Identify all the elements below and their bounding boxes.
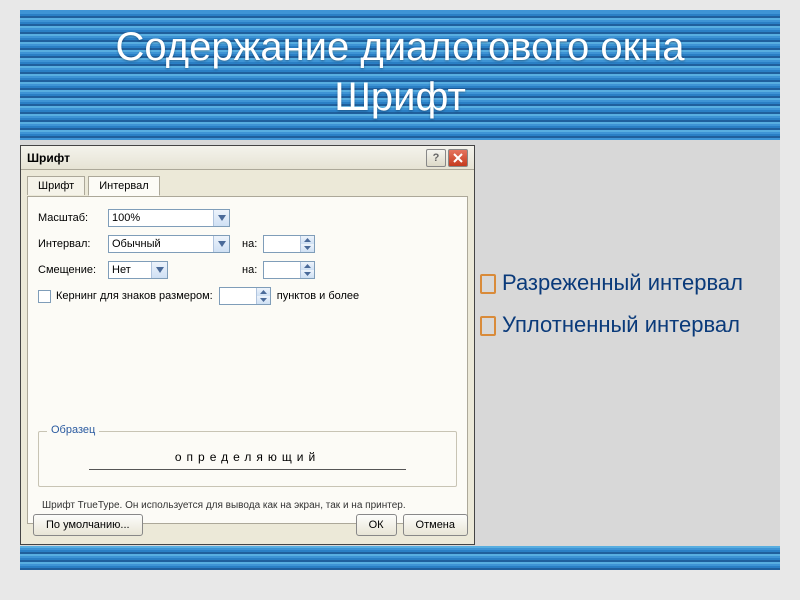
- offset-label: Смещение:: [38, 264, 108, 276]
- offset-combo[interactable]: [108, 261, 168, 279]
- kerning-label: Кернинг для знаков размером:: [56, 290, 213, 302]
- kerning-size-input[interactable]: [220, 288, 256, 304]
- chevron-down-icon[interactable]: [213, 236, 229, 252]
- font-dialog: Шрифт ? Шрифт Интервал Масштаб: Интервал…: [20, 145, 475, 545]
- interval-label: Интервал:: [38, 238, 108, 250]
- help-button[interactable]: ?: [426, 149, 446, 167]
- checkbox-icon: [38, 290, 51, 303]
- interval-combo[interactable]: [108, 235, 230, 253]
- bullet-list: Разреженный интервал Уплотненный интерва…: [480, 270, 800, 354]
- interval-input[interactable]: [109, 238, 213, 250]
- interval-na-spinner[interactable]: [263, 235, 315, 253]
- chevron-down-icon[interactable]: [213, 210, 229, 226]
- spin-down-icon[interactable]: [300, 270, 314, 278]
- default-button[interactable]: По умолчанию...: [33, 514, 143, 536]
- cancel-button[interactable]: Отмена: [403, 514, 468, 536]
- kerning-suffix: пунктов и более: [277, 290, 359, 302]
- ok-button[interactable]: ОК: [356, 514, 397, 536]
- tab-interval[interactable]: Интервал: [88, 176, 159, 196]
- scale-combo[interactable]: [108, 209, 230, 227]
- offset-na-spinner[interactable]: [263, 261, 315, 279]
- spin-down-icon[interactable]: [300, 244, 314, 252]
- tabstrip: Шрифт Интервал: [21, 170, 474, 196]
- close-icon: [453, 153, 463, 163]
- close-button[interactable]: [448, 149, 468, 167]
- interval-na-input[interactable]: [264, 236, 300, 252]
- interval-na-label: на:: [242, 238, 257, 250]
- tab-panel-interval: Масштаб: Интервал: на:: [27, 196, 468, 524]
- offset-input[interactable]: [109, 264, 151, 276]
- sample-legend: Образец: [47, 424, 99, 436]
- spin-up-icon[interactable]: [300, 262, 314, 270]
- chevron-down-icon[interactable]: [151, 262, 167, 278]
- tab-font[interactable]: Шрифт: [27, 176, 85, 195]
- sample-fieldset: Образец определяющий: [38, 431, 457, 487]
- dialog-title: Шрифт: [27, 151, 70, 165]
- scale-label: Масштаб:: [38, 212, 108, 224]
- spin-down-icon[interactable]: [256, 296, 270, 304]
- bullet-item: Уплотненный интервал: [480, 312, 800, 338]
- offset-na-input[interactable]: [264, 262, 300, 278]
- decorative-band: [20, 546, 780, 570]
- spin-up-icon[interactable]: [256, 288, 270, 296]
- bullet-item: Разреженный интервал: [480, 270, 800, 296]
- scale-input[interactable]: [109, 212, 213, 224]
- kerning-size-spinner[interactable]: [219, 287, 271, 305]
- sample-text: определяющий: [89, 450, 406, 470]
- dialog-titlebar[interactable]: Шрифт ?: [21, 146, 474, 170]
- font-hint: Шрифт TrueType. Он используется для выво…: [42, 500, 406, 511]
- offset-na-label: на:: [242, 264, 257, 276]
- kerning-checkbox[interactable]: Кернинг для знаков размером:: [38, 290, 213, 303]
- slide-title: Содержание диалогового окна Шрифт: [20, 22, 780, 122]
- spin-up-icon[interactable]: [300, 236, 314, 244]
